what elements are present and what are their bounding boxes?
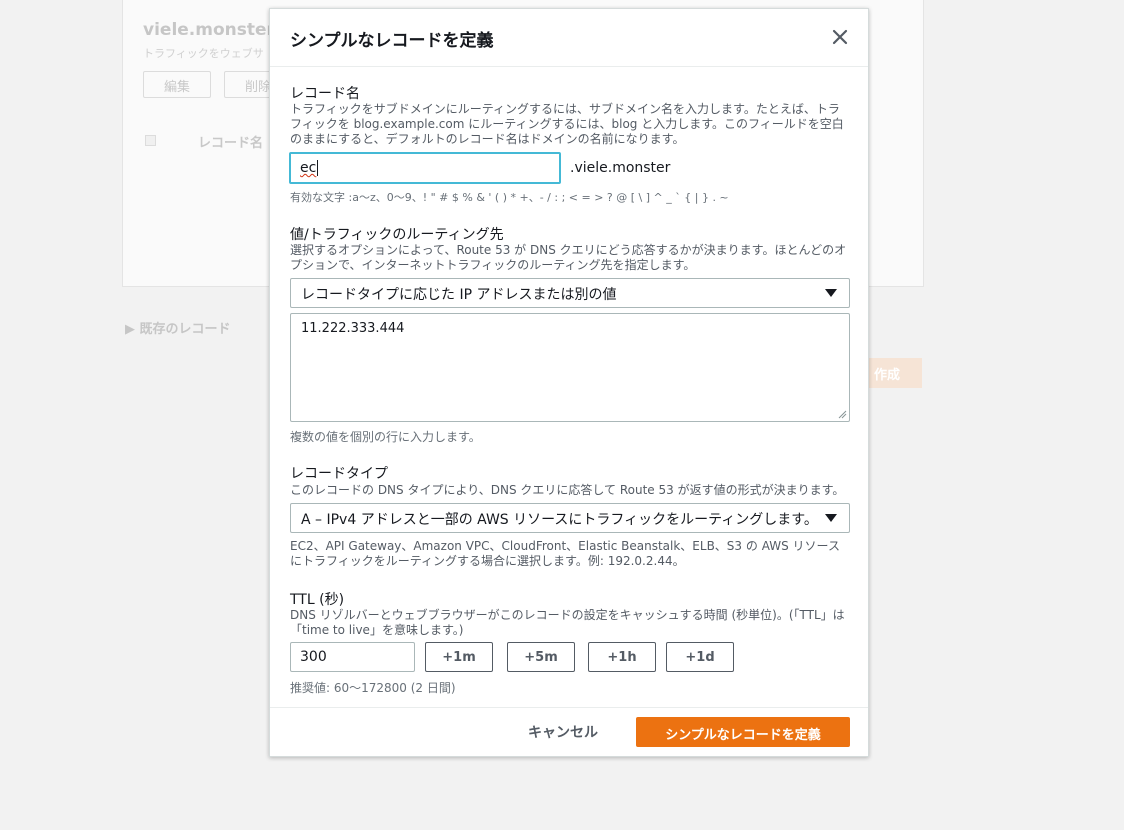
background-column-header: レコード名 (198, 136, 264, 151)
record-name-input[interactable]: ec (289, 152, 561, 184)
background-edit-button: 編集 (143, 71, 212, 98)
caret-down-icon (825, 289, 837, 297)
ttl-label: TTL (秒) (290, 592, 345, 608)
record-name-value: ec (300, 160, 317, 176)
background-checkbox (145, 135, 156, 146)
define-record-dialog: シンプルなレコードを定義 レコード名 トラフィックをサブドメインにルーティングす… (269, 8, 869, 757)
background-subtitle: トラフィックをウェブサ (143, 47, 264, 60)
caret-right-icon: ▶ (125, 322, 140, 337)
record-value-hint: 複数の値を個別の行に入力します。 (290, 430, 481, 444)
define-record-button[interactable]: シンプルなレコードを定義 (636, 717, 850, 747)
record-type-label: レコードタイプ (290, 466, 388, 482)
record-value-text: 11.222.333.444 (301, 321, 405, 336)
record-type-description: このレコードの DNS タイプにより、DNS クエリに応答して Route 53… (290, 483, 845, 497)
ttl-add-1h-button[interactable]: +1h (588, 642, 656, 672)
cancel-button[interactable]: キャンセル (528, 722, 598, 742)
record-type-select[interactable]: A – IPv4 アドレスと一部の AWS リソースにトラフィックをルーティング… (290, 503, 850, 533)
valid-characters-hint: 有効な文字 :a〜z、0〜9、! " # $ % & ' ( ) * +、- /… (290, 191, 729, 204)
record-type-selected-value: A – IPv4 アドレスと一部の AWS リソースにトラフィックをルーティング… (301, 512, 818, 528)
routing-select[interactable]: レコードタイプに応じた IP アドレスまたは別の値 (290, 278, 850, 308)
record-name-label: レコード名 (290, 86, 360, 102)
record-name-description: トラフィックをサブドメインにルーティングするには、サブドメイン名を入力します。た… (290, 102, 844, 146)
ttl-description: DNS リゾルバーとウェブブラウザーがこのレコードの設定をキャッシュする時間 (… (290, 608, 845, 637)
ttl-add-5m-button[interactable]: +5m (507, 642, 575, 672)
close-icon[interactable] (826, 23, 854, 51)
ttl-add-1m-button[interactable]: +1m (425, 642, 493, 672)
ttl-input[interactable]: 300 (290, 642, 415, 672)
record-value-textarea[interactable]: 11.222.333.444 (290, 313, 850, 422)
routing-selected-value: レコードタイプに応じた IP アドレスまたは別の値 (301, 287, 617, 303)
ttl-add-1d-button[interactable]: +1d (666, 642, 734, 672)
record-type-hint: EC2、API Gateway、Amazon VPC、CloudFront、El… (290, 539, 840, 568)
routing-label: 値/トラフィックのルーティング先 (290, 227, 504, 243)
background-domain-title: viele.monster (143, 20, 275, 40)
routing-description: 選択するオプションによって、Route 53 が DNS クエリにどう応答するか… (290, 243, 847, 272)
background-existing-records: ▶ 既存のレコード (125, 322, 231, 337)
dialog-header: シンプルなレコードを定義 (270, 9, 868, 67)
resize-grip-icon[interactable] (838, 410, 847, 419)
dialog-footer: キャンセル シンプルなレコードを定義 (270, 707, 868, 757)
caret-down-icon (825, 514, 837, 522)
ttl-recommended-hint: 推奨値: 60〜172800 (2 日間) (290, 681, 456, 695)
dialog-title: シンプルなレコードを定義 (290, 31, 494, 51)
domain-suffix: .viele.monster (570, 160, 671, 176)
